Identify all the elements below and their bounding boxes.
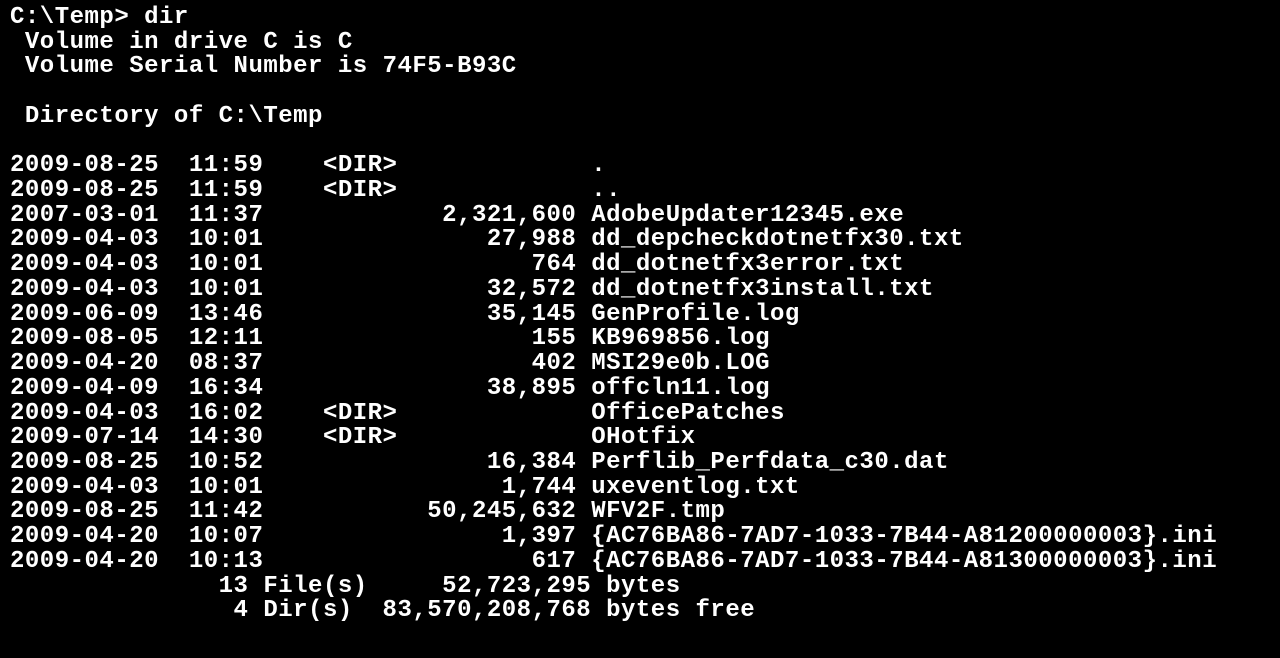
directory-entry: 2009-04-03 10:01 27,988 dd_depcheckdotne… (10, 228, 1270, 253)
directory-listing: 2009-08-25 11:59 <DIR> .2009-08-25 11:59… (10, 154, 1270, 574)
directory-entry: 2009-08-25 11:59 <DIR> .. (10, 179, 1270, 204)
directory-entry: 2009-04-20 10:13 617 {AC76BA86-7AD7-1033… (10, 550, 1270, 575)
blank-line (10, 80, 1270, 105)
volume-label-line: Volume in drive C is C (10, 31, 1270, 56)
blank-line (10, 130, 1270, 155)
directory-entry: 2009-04-03 16:02 <DIR> OfficePatches (10, 402, 1270, 427)
directory-entry: 2009-08-25 11:42 50,245,632 WFV2F.tmp (10, 500, 1270, 525)
directory-entry: 2009-04-03 10:01 32,572 dd_dotnetfx3inst… (10, 278, 1270, 303)
directory-entry: 2009-08-25 11:59 <DIR> . (10, 154, 1270, 179)
command-prompt-line: C:\Temp> dir (10, 6, 1270, 31)
directory-entry: 2009-04-03 10:01 1,744 uxeventlog.txt (10, 476, 1270, 501)
dir-summary-line: 4 Dir(s) 83,570,208,768 bytes free (10, 599, 1270, 624)
directory-entry: 2009-04-03 10:01 764 dd_dotnetfx3error.t… (10, 253, 1270, 278)
terminal-output[interactable]: C:\Temp> dir Volume in drive C is C Volu… (10, 6, 1270, 624)
directory-entry: 2009-04-20 10:07 1,397 {AC76BA86-7AD7-10… (10, 525, 1270, 550)
directory-entry: 2007-03-01 11:37 2,321,600 AdobeUpdater1… (10, 204, 1270, 229)
directory-entry: 2009-08-05 12:11 155 KB969856.log (10, 327, 1270, 352)
volume-serial-line: Volume Serial Number is 74F5-B93C (10, 55, 1270, 80)
directory-entry: 2009-08-25 10:52 16,384 Perflib_Perfdata… (10, 451, 1270, 476)
directory-entry: 2009-04-09 16:34 38,895 offcln11.log (10, 377, 1270, 402)
directory-header-line: Directory of C:\Temp (10, 105, 1270, 130)
directory-entry: 2009-04-20 08:37 402 MSI29e0b.LOG (10, 352, 1270, 377)
command-text: dir (144, 4, 189, 31)
prompt-path: C:\Temp> (10, 4, 129, 31)
directory-entry: 2009-07-14 14:30 <DIR> OHotfix (10, 426, 1270, 451)
file-summary-line: 13 File(s) 52,723,295 bytes (10, 575, 1270, 600)
directory-entry: 2009-06-09 13:46 35,145 GenProfile.log (10, 303, 1270, 328)
